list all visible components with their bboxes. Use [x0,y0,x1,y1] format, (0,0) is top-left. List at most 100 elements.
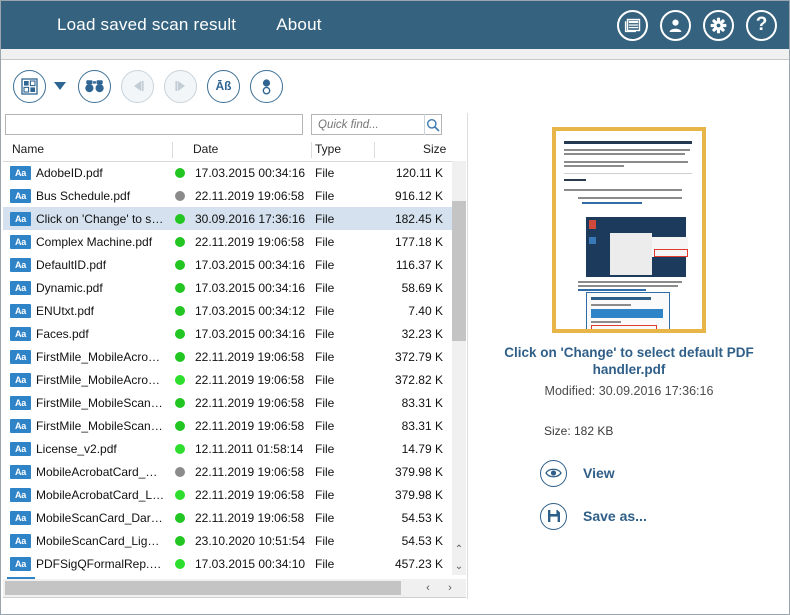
menu-load-saved-scan-result[interactable]: Load saved scan result [57,15,236,35]
file-name-cell: License_v2.pdf [36,441,117,456]
scan-options-button[interactable] [13,69,46,103]
status-badge [175,558,185,569]
column-header-row: Name Date Type Size [3,139,466,162]
status-badge [175,190,185,201]
file-type-icon: Aa [10,533,31,548]
file-type-cell: File [315,533,335,548]
vertical-scrollbar[interactable]: ⌃ ⌄ [452,161,466,575]
column-header-name[interactable]: Name [12,142,44,156]
file-size-cell: 58.69 K [401,280,443,295]
table-row[interactable]: Aa DefaultID.pdf 17.03.2015 00:34:16 File 11… [3,253,452,276]
file-date-cell: 22.11.2019 19:06:58 [195,418,305,433]
magnifier-icon[interactable] [424,114,441,135]
view-button[interactable]: View [540,459,615,487]
table-row[interactable]: Aa FirstMile_MobileAcrobatC… 22.11.2019 19… [3,368,452,391]
table-row[interactable]: Aa MobileScanCard_Light.pdf 23.10.2020 10:… [3,529,452,552]
column-separator[interactable] [374,142,375,158]
file-name-cell: Faces.pdf [36,326,89,341]
title-bar: Load saved scan result About ? [1,1,789,49]
horizontal-scrollbar-thumb[interactable] [5,581,401,595]
file-type-icon: Aa [10,556,31,571]
save-as-button[interactable]: Save as... [540,502,647,530]
find-button[interactable] [78,69,111,103]
view-label: View [583,465,615,482]
table-row[interactable]: Aa FirstMile_MobileAcrobatC… 22.11.2019 19… [3,345,452,368]
file-date-cell: 17.03.2015 00:34:16 [195,165,306,180]
file-type-icon: Aa [10,418,31,433]
help-icon[interactable]: ? [746,9,777,41]
column-separator[interactable] [172,142,173,158]
file-type-icon: Aa [10,349,31,364]
text-encoding-icon[interactable]: Āß [207,69,240,103]
table-row[interactable]: Aa Bus Schedule.pdf 22.11.2019 19:06:58 Fil… [3,184,452,207]
person-filter-icon[interactable] [250,69,283,103]
file-name-cell: PDFSigQFormalRep.pdf [36,556,166,571]
gear-icon[interactable] [703,9,734,41]
table-row[interactable]: Aa PDFSigQFormalRep.pdf 17.03.2015 00:34:1… [3,552,452,575]
quick-find [311,114,442,135]
table-row[interactable]: Aa MobileAcrobatCard_Dark… 22.11.2019 19:0… [3,460,452,483]
file-name-cell: Dynamic.pdf [36,280,103,295]
file-size-cell: 83.31 K [401,418,443,433]
column-separator[interactable] [311,142,312,158]
table-row[interactable]: Aa Faces.pdf 17.03.2015 00:34:16 File 32.23 … [3,322,452,345]
status-badge [175,397,185,408]
scroll-left-button[interactable]: ‹ [418,579,438,597]
window-list-icon[interactable] [617,9,648,41]
file-type-cell: File [315,349,335,364]
table-row[interactable]: Aa Complex Machine.pdf 22.11.2019 19:06:58… [3,230,452,253]
file-type-icon: Aa [10,441,31,456]
status-badge [175,236,185,247]
table-row[interactable]: Aa FirstMile_MobileScanCard… 22.11.2019 19… [3,414,452,437]
file-date-cell: 22.11.2019 19:06:58 [195,188,305,203]
file-type-cell: File [315,280,335,295]
horizontal-scrollbar[interactable]: ‹ › [3,579,466,597]
user-icon[interactable] [660,9,691,41]
scroll-down-button[interactable]: ⌄ [452,558,466,575]
floppy-disk-icon [540,502,567,530]
preview-pane: Click on 'Change' to select default PDF … [467,113,789,599]
status-badge [175,282,185,293]
file-name-cell: Bus Schedule.pdf [36,188,131,203]
table-row[interactable]: Aa ENUtxt.pdf 17.03.2015 00:34:12 File 7.40 … [3,299,452,322]
thumbnail-screenshot-1 [586,217,688,277]
next-button[interactable] [164,69,197,103]
path-input[interactable] [5,114,303,135]
file-size-cell: 372.79 K [394,349,443,364]
column-header-date[interactable]: Date [193,142,218,156]
file-date-cell: 30.09.2016 17:36:16 [195,211,306,226]
document-thumbnail[interactable] [552,127,706,333]
header-divider [1,49,789,60]
table-row[interactable]: Aa MobileAcrobatCard_Light… 22.11.2019 19:… [3,483,452,506]
scroll-right-button[interactable]: › [440,579,460,597]
table-row[interactable]: Aa Dynamic.pdf 17.03.2015 00:34:16 File 58.6… [3,276,452,299]
table-row[interactable]: Aa Click on 'Change' to selec… 30.09.2016 … [3,207,452,230]
file-type-cell: File [315,326,335,341]
file-type-icon: Aa [10,464,31,479]
file-size-cell: 177.18 K [394,234,443,249]
scan-options-dropdown[interactable] [54,82,66,90]
file-name-cell: ENUtxt.pdf [36,303,95,318]
file-type-icon: Aa [10,234,31,249]
scroll-up-button[interactable]: ⌃ [452,541,466,558]
column-header-size[interactable]: Size [423,142,446,156]
file-type-icon: Aa [10,372,31,387]
file-size-cell: 379.98 K [394,464,443,479]
file-size-cell: 116.37 K [395,257,443,272]
table-row[interactable]: Aa FirstMile_MobileScanCard… 22.11.2019 19… [3,391,452,414]
table-row[interactable]: Aa AdobeID.pdf 17.03.2015 00:34:16 File 120.… [3,161,452,184]
status-badge [175,259,185,270]
vertical-scrollbar-thumb[interactable] [452,201,466,341]
file-type-icon: Aa [10,395,31,410]
menu-about[interactable]: About [276,15,321,35]
file-type-icon: Aa [10,211,31,226]
search-input[interactable] [316,115,424,134]
table-row[interactable]: Aa MobileScanCard_Dark.pdf 22.11.2019 19:0… [3,506,452,529]
eye-icon [540,459,567,487]
file-date-cell: 22.11.2019 19:06:58 [195,349,305,364]
table-row[interactable]: Aa License_v2.pdf 12.11.2011 01:58:14 File 1… [3,437,452,460]
previous-button[interactable] [121,69,154,103]
column-header-type[interactable]: Type [315,142,341,156]
file-size-cell: 7.40 K [408,303,443,318]
status-badge [175,167,185,178]
